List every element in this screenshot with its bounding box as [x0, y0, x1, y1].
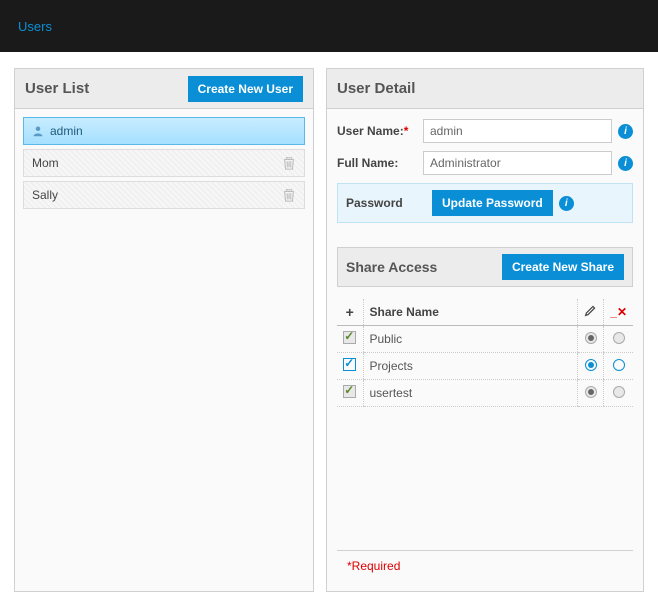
user-list-panel: User List Create New User admin Mom Sally	[14, 68, 314, 592]
user-detail-panel: User Detail User Name:* i Full Name: i P…	[326, 68, 644, 592]
share-read-radio	[585, 386, 597, 398]
user-name-label: admin	[32, 124, 83, 138]
share-read-radio	[585, 332, 597, 344]
share-row: Projects	[337, 353, 633, 380]
user-name-label: Mom	[32, 156, 59, 170]
create-new-user-button[interactable]: Create New User	[188, 76, 303, 102]
share-name-cell: Public	[363, 326, 578, 353]
user-list-header: User List Create New User	[15, 69, 313, 109]
topbar: Users	[0, 0, 658, 52]
plus-icon: +	[346, 304, 354, 320]
create-new-share-button[interactable]: Create New Share	[502, 254, 624, 280]
user-list-body: admin Mom Sally	[15, 109, 313, 591]
share-access-title: Share Access	[346, 259, 437, 275]
user-detail-header: User Detail	[327, 69, 643, 109]
share-name-cell: usertest	[363, 380, 578, 407]
info-icon[interactable]: i	[618, 124, 633, 139]
user-detail-title: User Detail	[337, 80, 415, 97]
share-added-checkbox	[343, 331, 356, 344]
share-row: Public	[337, 326, 633, 353]
person-icon	[32, 125, 44, 137]
x-icon: _✕	[610, 305, 627, 319]
password-label: Password	[346, 196, 426, 210]
user-detail-body: User Name:* i Full Name: i Password Upda…	[327, 109, 643, 591]
share-added-checkbox[interactable]	[343, 358, 356, 371]
required-note: *Required	[337, 550, 633, 581]
fullname-row: Full Name: i	[337, 151, 633, 175]
update-password-button[interactable]: Update Password	[432, 190, 553, 216]
trash-icon[interactable]	[282, 188, 296, 202]
share-name-cell: Projects	[363, 353, 578, 380]
username-input[interactable]	[423, 119, 612, 143]
share-access-header: Share Access Create New Share	[337, 247, 633, 287]
share-col-add: +	[337, 299, 363, 326]
trash-icon[interactable]	[282, 156, 296, 170]
info-icon[interactable]: i	[559, 196, 574, 211]
fullname-input[interactable]	[423, 151, 612, 175]
page-title: Users	[18, 19, 52, 34]
pencil-icon	[584, 304, 597, 317]
info-icon[interactable]: i	[618, 156, 633, 171]
username-label: User Name:*	[337, 124, 417, 138]
share-write-radio	[613, 332, 625, 344]
user-list-title: User List	[25, 80, 89, 97]
user-list-item[interactable]: Mom	[23, 149, 305, 177]
user-name-label: Sally	[32, 188, 58, 202]
main-container: User List Create New User adminMomSally …	[0, 52, 658, 608]
share-write-radio	[613, 386, 625, 398]
share-row: usertest	[337, 380, 633, 407]
share-added-checkbox	[343, 385, 356, 398]
user-list-item[interactable]: Sally	[23, 181, 305, 209]
share-col-write: _✕	[604, 299, 633, 326]
required-marker: *	[404, 124, 409, 138]
share-table-header-row: + Share Name _✕	[337, 299, 633, 326]
share-col-name: Share Name	[363, 299, 578, 326]
share-col-read	[578, 299, 604, 326]
share-read-radio[interactable]	[585, 359, 597, 371]
username-row: User Name:* i	[337, 119, 633, 143]
password-row: Password Update Password i	[337, 183, 633, 223]
user-list-item[interactable]: admin	[23, 117, 305, 145]
share-access-table: + Share Name _✕ PublicProjectsusertest	[337, 299, 633, 407]
share-write-radio[interactable]	[613, 359, 625, 371]
fullname-label: Full Name:	[337, 156, 417, 170]
